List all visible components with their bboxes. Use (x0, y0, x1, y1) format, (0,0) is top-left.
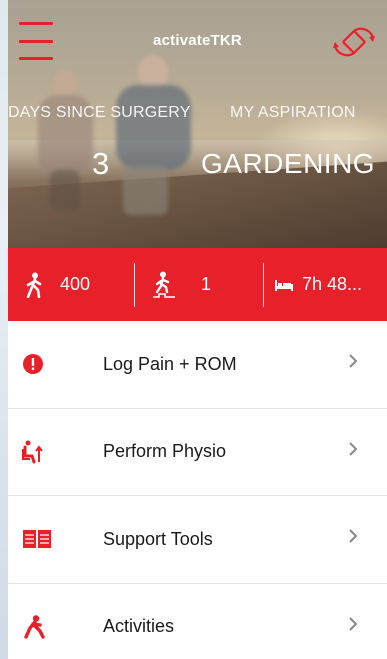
my-aspiration-label: MY ASPIRATION (230, 104, 356, 121)
bed-icon (274, 278, 294, 292)
activity-person-icon (8, 615, 103, 639)
support-tools-label: Support Tools (103, 528, 213, 549)
support-tools-item[interactable]: Support Tools (8, 496, 387, 584)
activity-stats-bar: 400 1 7h 48... (8, 248, 387, 321)
days-since-surgery-label: DAYS SINCE SURGERY (8, 104, 191, 121)
book-icon (8, 529, 103, 549)
chevron-right-icon (347, 527, 387, 551)
sleep-value: 7h 48... (302, 274, 363, 294)
chevron-right-icon (347, 352, 387, 376)
stairs-stat[interactable]: 1 (135, 248, 263, 321)
alert-icon (8, 353, 103, 375)
my-aspiration-value[interactable]: GARDENING (201, 148, 375, 180)
perform-physio-item[interactable]: Perform Physio (8, 408, 387, 496)
perform-physio-label: Perform Physio (103, 441, 227, 462)
sleep-stat[interactable]: 7h 48... (264, 248, 387, 321)
hero-banner: activateTKR DAYS SINCE SURGERY MY ASPIRA… (8, 0, 387, 248)
app-screen: activateTKR DAYS SINCE SURGERY MY ASPIRA… (8, 0, 387, 659)
walking-person-icon (24, 272, 44, 298)
steps-stat[interactable]: 400 (8, 248, 134, 321)
stairs-value: 1 (201, 274, 212, 294)
steps-value: 400 (60, 274, 91, 294)
stairs-climb-icon (151, 271, 177, 299)
main-menu-list: Log Pain + ROM Perform Physio Support To… (8, 321, 387, 659)
sync-icon[interactable] (331, 22, 377, 62)
log-pain-rom-item[interactable]: Log Pain + ROM (8, 321, 387, 409)
chevron-right-icon (347, 615, 387, 639)
physio-chair-icon (8, 440, 103, 464)
days-since-surgery-value: 3 (92, 146, 110, 181)
activities-label: Activities (103, 616, 175, 637)
activities-item[interactable]: Activities (8, 583, 387, 659)
log-pain-rom-label: Log Pain + ROM (103, 353, 237, 374)
chevron-right-icon (347, 440, 387, 464)
